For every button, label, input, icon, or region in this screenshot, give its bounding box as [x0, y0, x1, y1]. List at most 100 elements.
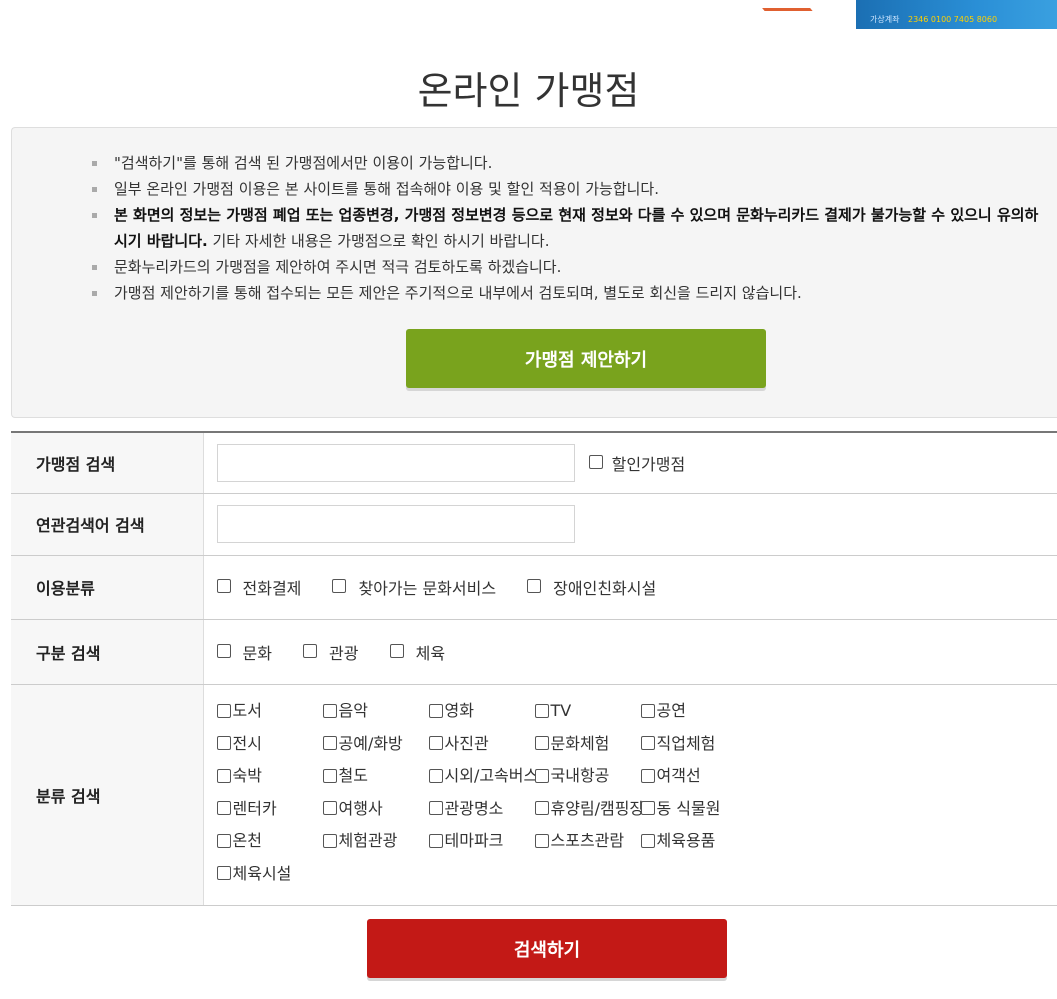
category-checkbox[interactable] — [640, 833, 655, 848]
category-option[interactable]: 시외/고속버스 — [428, 760, 538, 793]
category-option[interactable]: 체육용품 — [640, 825, 747, 858]
category-checkbox[interactable] — [322, 768, 337, 783]
use-type-phone-payment[interactable]: 전화결제 — [216, 575, 302, 599]
category-option[interactable]: 음악 — [322, 695, 429, 728]
discount-store-option[interactable]: 할인가맹점 — [588, 451, 686, 475]
category-checkbox[interactable] — [640, 801, 655, 815]
banner-account-number: 2346 0100 7405 8060 — [908, 15, 998, 24]
category-grid: 도서 음악 영화 TV 공연전시 공예/화방 사진관 문화체험 직업체험숙박 철도 시외/고속버스 국… — [216, 689, 1057, 900]
category-checkbox[interactable] — [640, 768, 655, 783]
notice-item-warning: 본 화면의 정보는 가맹점 폐업 또는 업종변경, 가맹점 정보변경 등으로 현… — [92, 202, 1052, 254]
category-option[interactable]: 직업체험 — [640, 728, 747, 761]
gubun-label-text: 체육 — [415, 643, 446, 663]
category-option[interactable]: 국내항공 — [534, 760, 641, 793]
category-checkbox[interactable] — [428, 801, 443, 815]
category-checkbox[interactable] — [640, 703, 655, 718]
category-label-text: 공연 — [656, 701, 686, 720]
gubun-label: 구분 검색 — [11, 619, 204, 685]
category-option[interactable]: 공연 — [640, 695, 747, 728]
category-option[interactable]: TV — [534, 695, 641, 728]
category-checkbox[interactable] — [216, 736, 231, 750]
related-search-label: 연관검색어 검색 — [11, 493, 204, 556]
category-option[interactable]: 스포츠관람 — [534, 825, 641, 858]
category-option[interactable]: 온천 — [216, 825, 323, 858]
category-label-text: 체육시설 — [232, 863, 292, 883]
discount-store-label: 할인가맹점 — [611, 454, 686, 474]
use-type-label: 이용분류 — [11, 555, 204, 620]
category-option[interactable]: 공예/화방 — [322, 728, 429, 761]
banner-label: 가상계좌 — [870, 15, 900, 24]
category-checkbox[interactable] — [534, 736, 549, 750]
category-option[interactable]: 전시 — [216, 728, 323, 761]
category-option[interactable]: 동 식물원 — [640, 793, 747, 826]
category-checkbox[interactable] — [322, 736, 337, 750]
gubun-culture[interactable]: 문화 — [216, 640, 272, 664]
category-checkbox[interactable] — [322, 703, 337, 718]
category-checkbox[interactable] — [428, 736, 443, 750]
notice-item: "검색하기"를 통해 검색 된 가맹점에서만 이용이 가능합니다. — [92, 150, 1052, 176]
category-checkbox[interactable] — [534, 801, 549, 815]
category-checkbox[interactable] — [322, 801, 337, 815]
category-label-text: 영화 — [444, 701, 474, 720]
category-option[interactable]: 사진관 — [428, 728, 535, 761]
gubun-checkbox[interactable] — [303, 643, 318, 658]
store-search-label: 가맹점 검색 — [11, 432, 204, 494]
category-option[interactable]: 테마파크 — [428, 825, 535, 858]
category-label-text: 문화체험 — [550, 733, 610, 753]
category-checkbox[interactable] — [428, 768, 443, 783]
category-checkbox[interactable] — [534, 833, 549, 848]
category-checkbox[interactable] — [640, 736, 655, 750]
use-type-checkbox[interactable] — [332, 579, 347, 593]
category-option[interactable]: 체육시설 — [216, 858, 323, 891]
category-option[interactable]: 체험관광 — [322, 825, 429, 858]
category-label-text: 동 식물원 — [656, 798, 721, 818]
category-option[interactable]: 관광명소 — [428, 793, 535, 826]
category-option[interactable]: 철도 — [322, 760, 429, 793]
category-option[interactable]: 문화체험 — [534, 728, 641, 761]
use-type-accessible-facility[interactable]: 장애인친화시설 — [527, 575, 656, 599]
category-option[interactable]: 여객선 — [640, 760, 747, 793]
category-checkbox[interactable] — [216, 768, 231, 783]
suggest-store-button[interactable]: 가맹점 제안하기 — [406, 329, 766, 388]
discount-store-checkbox[interactable] — [588, 454, 603, 469]
category-checkbox[interactable] — [428, 833, 443, 848]
banner-decoration — [755, 0, 813, 11]
notice-item: 가맹점 제안하기를 통해 접수되는 모든 제안은 주기적으로 내부에서 검토되며… — [92, 280, 1052, 306]
gubun-label-text: 관광 — [329, 643, 359, 663]
category-label-text: 관광명소 — [444, 798, 504, 818]
category-checkbox[interactable] — [216, 703, 231, 718]
notice-list: "검색하기"를 통해 검색 된 가맹점에서만 이용이 가능합니다. 일부 온라인… — [92, 150, 1052, 306]
use-type-label-text: 찾아가는 문화서비스 — [358, 579, 497, 598]
category-checkbox[interactable] — [534, 768, 549, 783]
category-label-text: 온천 — [232, 831, 262, 850]
category-checkbox[interactable] — [322, 833, 337, 848]
category-checkbox[interactable] — [428, 703, 443, 718]
use-type-visiting-service[interactable]: 찾아가는 문화서비스 — [332, 575, 496, 599]
use-type-label-text: 전화결제 — [242, 579, 302, 598]
category-option[interactable]: 렌터카 — [216, 793, 323, 826]
category-checkbox[interactable] — [216, 833, 231, 848]
use-type-checkbox[interactable] — [527, 579, 542, 593]
category-option[interactable]: 도서 — [216, 695, 323, 728]
category-option[interactable]: 숙박 — [216, 760, 323, 793]
notice-box: "검색하기"를 통해 검색 된 가맹점에서만 이용이 가능합니다. 일부 온라인… — [11, 127, 1057, 418]
gubun-tourism[interactable]: 관광 — [303, 640, 359, 664]
related-search-input[interactable] — [216, 505, 575, 543]
search-button[interactable]: 검색하기 — [367, 919, 727, 978]
category-label-text: 공예/화방 — [338, 733, 403, 753]
gubun-sports[interactable]: 체육 — [389, 640, 446, 664]
category-label-text: 체험관광 — [338, 831, 398, 850]
use-type-checkbox[interactable] — [216, 579, 231, 593]
store-search-input[interactable] — [216, 443, 575, 482]
gubun-checkbox[interactable] — [389, 643, 404, 658]
category-option[interactable]: 영화 — [428, 695, 535, 728]
category-checkbox[interactable] — [534, 703, 549, 718]
category-checkbox[interactable] — [216, 866, 231, 880]
category-label-text: 사진관 — [444, 733, 489, 753]
category-option[interactable]: 여행사 — [322, 793, 429, 826]
category-option[interactable]: 휴양림/캠핑장 — [534, 793, 644, 826]
gubun-checkbox[interactable] — [216, 643, 231, 658]
category-checkbox[interactable] — [216, 801, 231, 815]
account-banner[interactable]: 가상계좌 2346 0100 7405 8060 — [856, 0, 1057, 29]
category-label-text: TV — [550, 701, 572, 720]
